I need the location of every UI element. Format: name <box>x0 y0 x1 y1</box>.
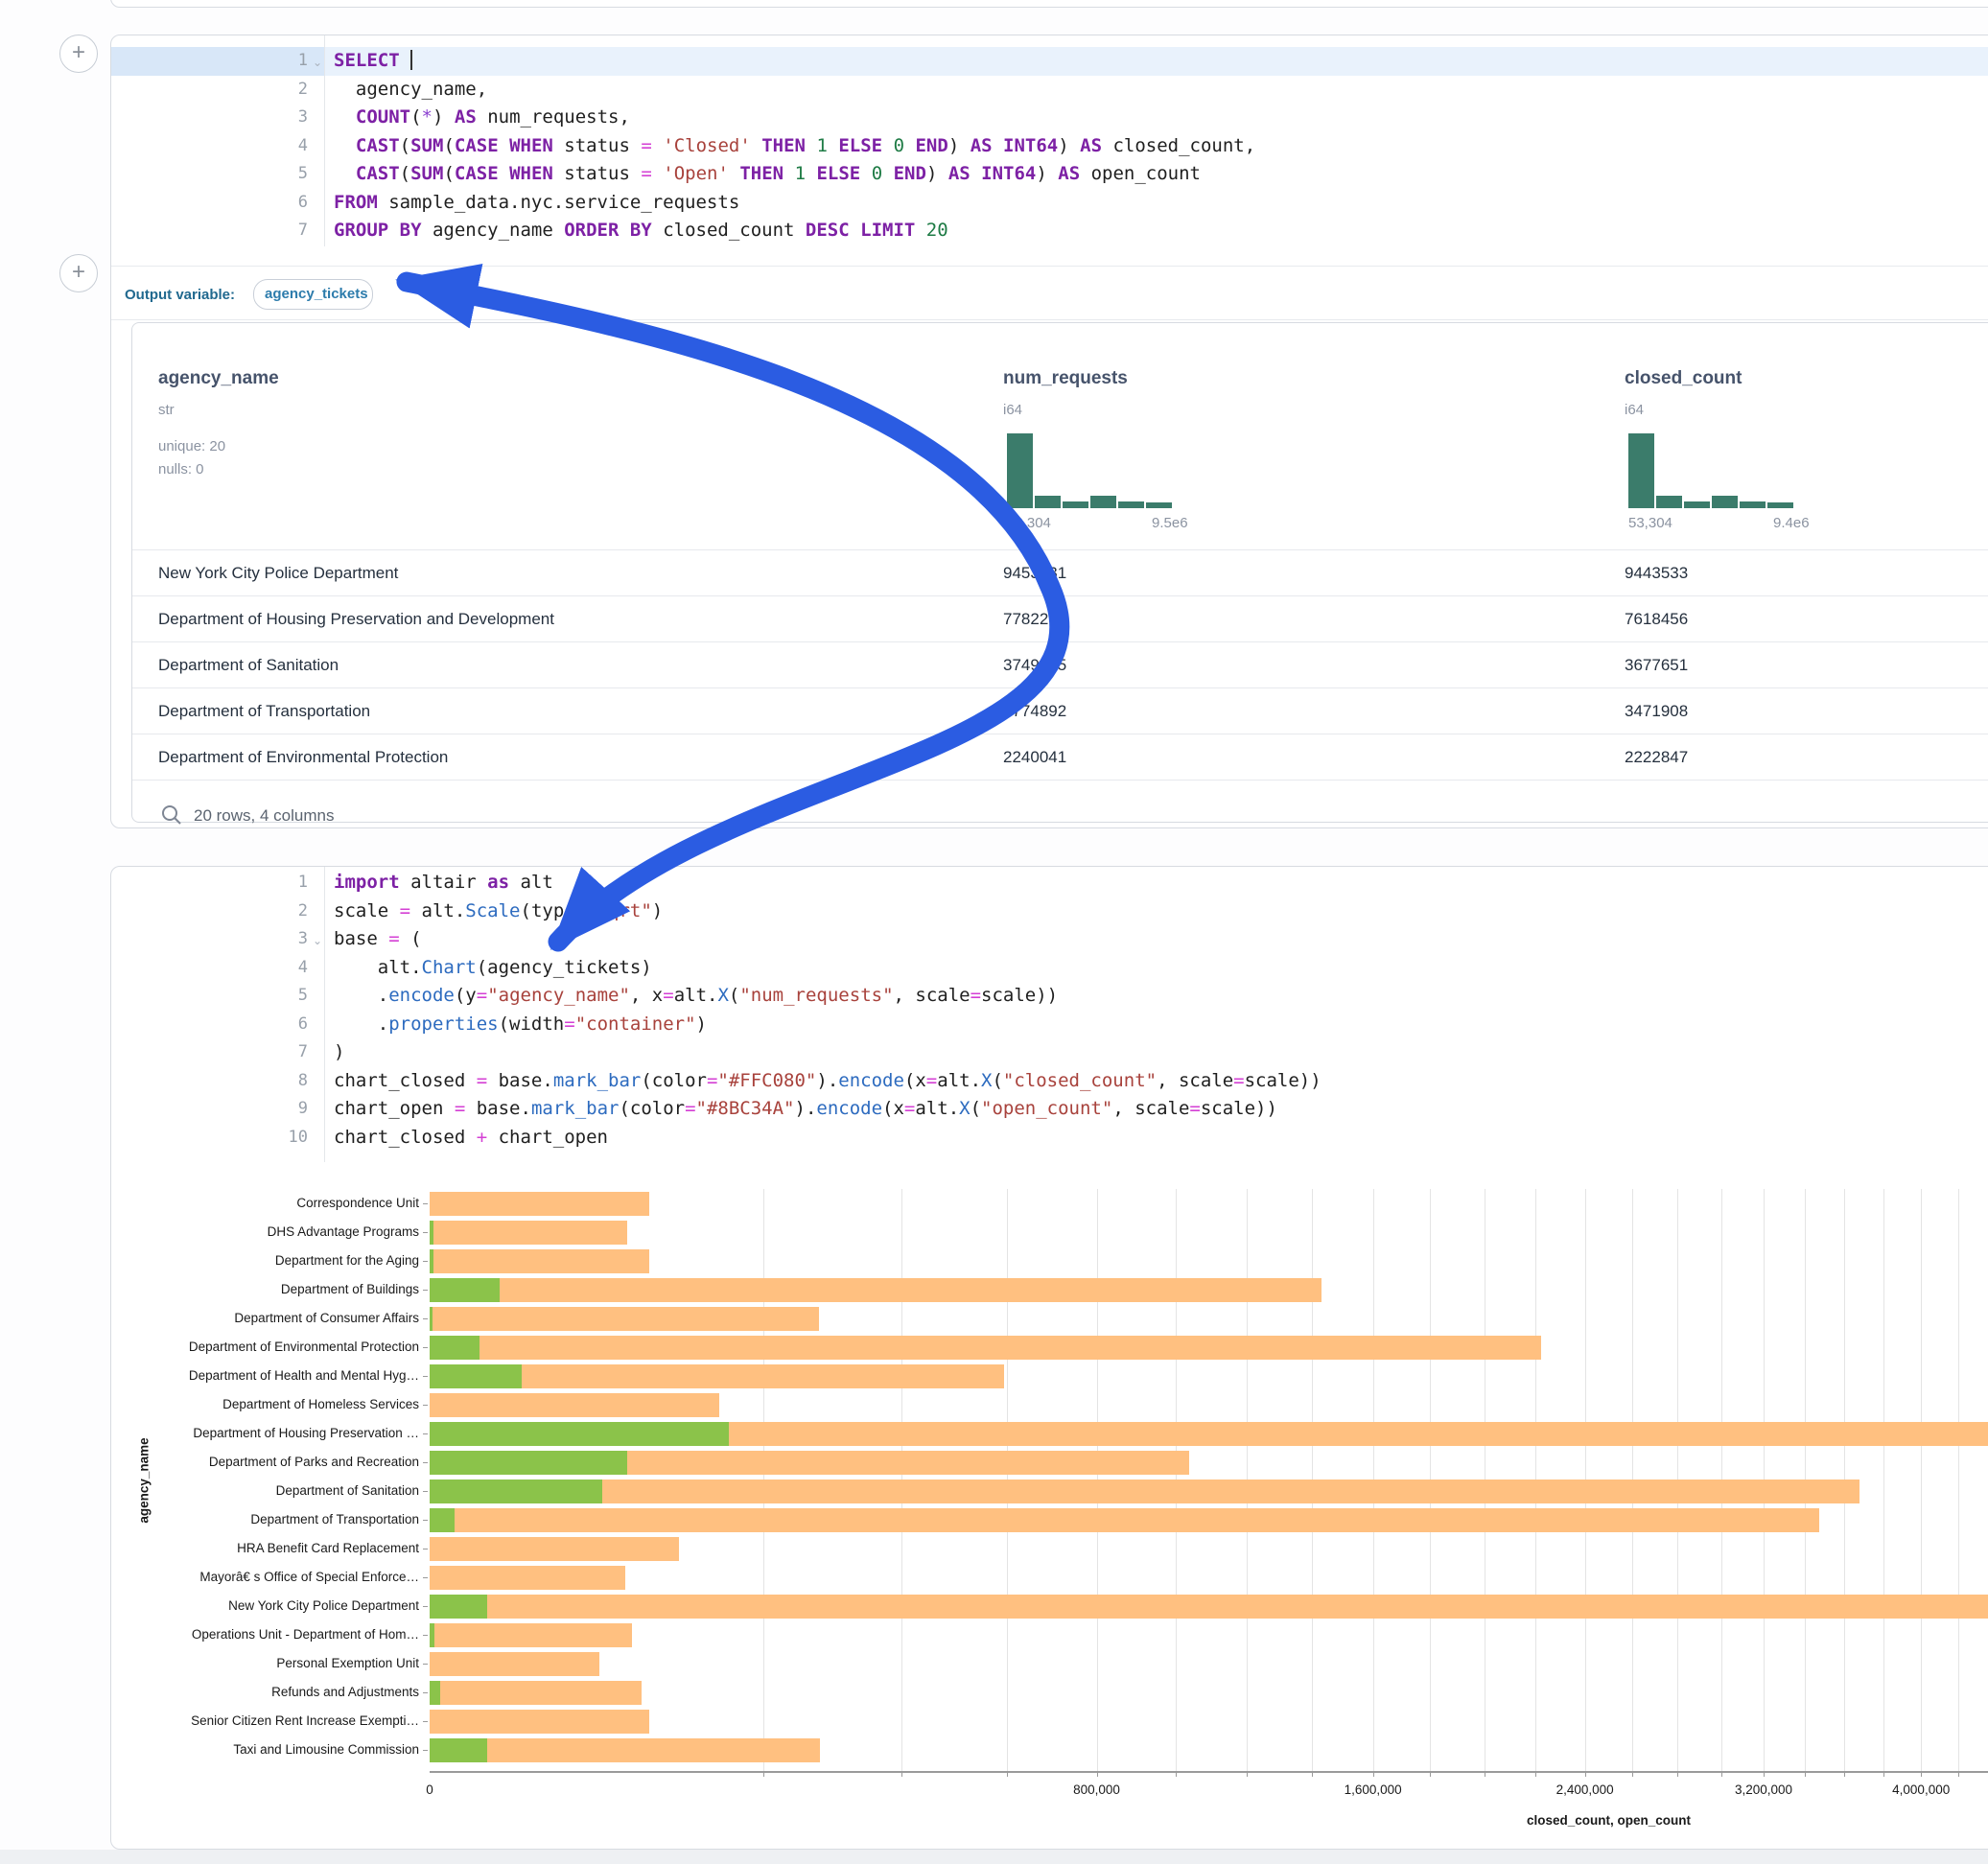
annotation-arrow <box>0 0 1988 1864</box>
notebook-page: + + 1⌄SELECT 2 agency_name,3 COUNT(*) AS… <box>0 0 1988 1864</box>
